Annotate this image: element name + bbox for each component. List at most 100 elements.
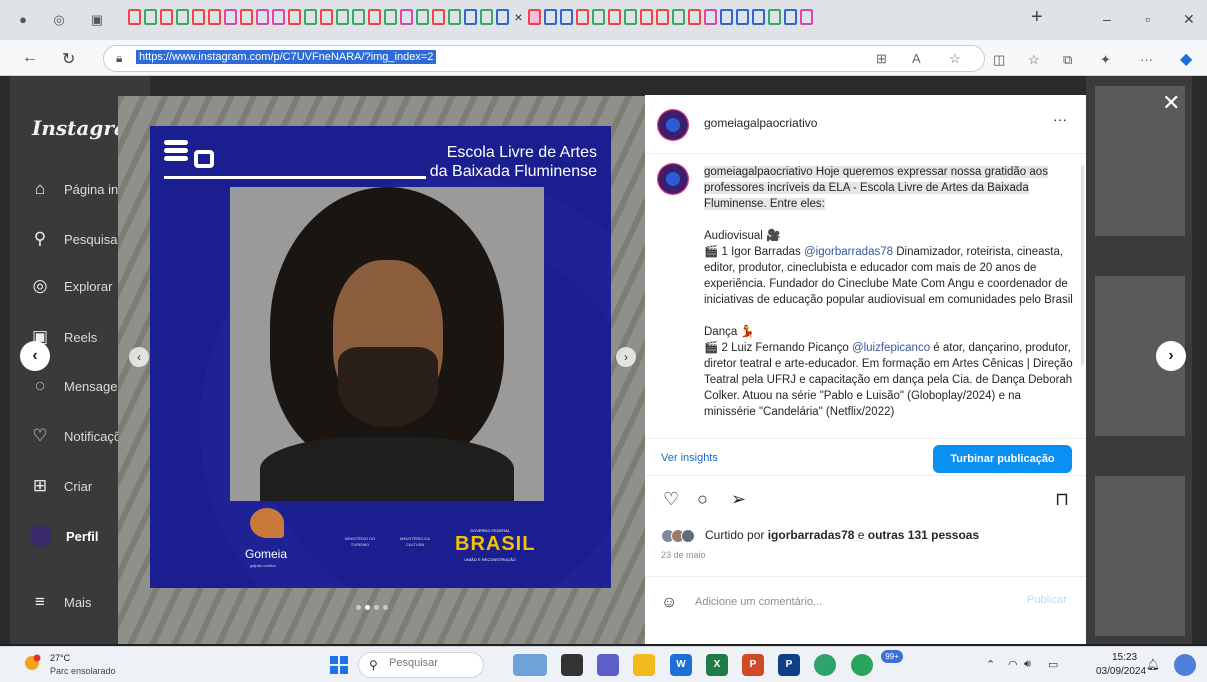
split-screen-icon[interactable]: ◫ <box>993 52 1005 68</box>
weather-sun-icon[interactable] <box>22 653 44 675</box>
comment-icon[interactable]: ○ <box>697 489 708 510</box>
favorite-star-icon[interactable]: ☆ <box>949 51 961 67</box>
boost-post-button[interactable]: Turbinar publicação <box>933 445 1072 473</box>
view-insights-link[interactable]: Ver insights <box>661 452 718 464</box>
tab-favicon[interactable] <box>800 9 813 25</box>
tab-favicon[interactable] <box>672 9 685 25</box>
publisher-app-icon[interactable]: P <box>778 654 800 676</box>
new-tab-button[interactable]: + <box>1031 6 1043 29</box>
emoji-icon[interactable]: ☺ <box>661 594 677 612</box>
tab-favicon[interactable] <box>288 9 301 25</box>
tray-overflow-icon[interactable]: ⌃ <box>986 658 995 671</box>
post-date[interactable]: 23 de maio <box>661 550 706 560</box>
tab-favicon[interactable] <box>752 9 765 25</box>
tab-favicon[interactable] <box>768 9 781 25</box>
clock-date[interactable]: 03/09/2024 <box>1096 666 1146 677</box>
more-options-icon[interactable]: ··· <box>1053 111 1067 127</box>
word-app-icon[interactable]: W <box>670 654 692 676</box>
like-icon[interactable]: ♡ <box>663 489 679 510</box>
notifications-bell-icon[interactable]: 🔔︎ <box>1146 658 1160 671</box>
post-image[interactable]: Escola Livre de Artes da Baixada Flumine… <box>150 126 611 588</box>
tab-favicon[interactable] <box>224 9 237 25</box>
tab-favicon[interactable] <box>624 9 637 25</box>
restore-button[interactable]: ▫ <box>1145 11 1150 27</box>
tab-favicon[interactable] <box>368 9 381 25</box>
url-text[interactable]: https://www.instagram.com/p/C7UVFneNARA/… <box>136 50 437 64</box>
minimize-button[interactable]: – <box>1103 11 1111 27</box>
tab-favicon[interactable] <box>784 9 797 25</box>
tab-favicon[interactable] <box>176 9 189 25</box>
carousel-prev-icon[interactable]: ‹ <box>129 347 149 367</box>
file-explorer-icon[interactable] <box>633 654 655 676</box>
previous-post-icon[interactable]: ‹ <box>20 341 50 371</box>
copilot-icon[interactable]: ◆ <box>1180 49 1192 69</box>
tab-favicon[interactable] <box>448 9 461 25</box>
widgets-app-icon[interactable] <box>513 654 547 676</box>
likes-user[interactable]: igorbarradas78 <box>768 528 855 542</box>
excel-app-icon[interactable]: X <box>706 654 728 676</box>
author-username[interactable]: gomeiagalpaocriativo <box>704 116 817 130</box>
tab-favicon[interactable] <box>416 9 429 25</box>
carousel-next-icon[interactable]: › <box>616 347 636 367</box>
tab-favicon[interactable] <box>736 9 749 25</box>
taskbar-search-box[interactable]: ⚲ <box>358 652 484 678</box>
tab-favicon[interactable] <box>208 9 221 25</box>
comment-input[interactable] <box>695 592 995 612</box>
tab-favicon[interactable] <box>688 9 701 25</box>
likers-avatars[interactable] <box>661 529 703 543</box>
tab-favicon[interactable] <box>592 9 605 25</box>
teacher1-mention[interactable]: @igorbarradas78 <box>804 246 893 258</box>
tab-favicon[interactable] <box>336 9 349 25</box>
close-tab-icon[interactable]: × <box>512 9 525 25</box>
tab-favicon[interactable] <box>400 9 413 25</box>
edge-browser-icon[interactable] <box>814 654 836 676</box>
workspaces-icon[interactable]: ◎ <box>50 11 68 29</box>
start-menu-icon[interactable] <box>330 656 348 674</box>
read-aloud-icon[interactable]: A <box>912 51 921 66</box>
close-modal-icon[interactable]: ✕ <box>1162 90 1180 116</box>
volume-icon[interactable]: 🔊︎ <box>1024 658 1031 671</box>
tab-actions-icon[interactable]: ▣ <box>88 11 106 29</box>
weather-description[interactable]: Parc ensolarado <box>50 666 116 676</box>
app-available-icon[interactable]: ⊞ <box>876 51 887 67</box>
extensions-icon[interactable]: ✦ <box>1100 52 1111 68</box>
back-icon[interactable]: ← <box>22 49 38 67</box>
tab-favicon[interactable] <box>144 9 157 25</box>
profile-icon[interactable]: ● <box>14 11 32 29</box>
tab-favicon[interactable] <box>656 9 669 25</box>
tab-favicon[interactable] <box>160 9 173 25</box>
tab-favicon[interactable] <box>256 9 269 25</box>
author-avatar[interactable] <box>657 109 689 141</box>
caption-scrollbar[interactable] <box>1081 165 1084 365</box>
save-bookmark-icon[interactable]: ⊓ <box>1055 489 1069 510</box>
task-view-icon[interactable] <box>561 654 583 676</box>
whatsapp-app-icon[interactable] <box>851 654 873 676</box>
tab-favicon[interactable] <box>608 9 621 25</box>
tab-favicon[interactable] <box>544 9 557 25</box>
weather-temperature[interactable]: 27°C <box>50 653 70 663</box>
clock-time[interactable]: 15:23 <box>1112 652 1137 663</box>
tab-favicon[interactable] <box>128 9 141 25</box>
tab-favicon[interactable] <box>304 9 317 25</box>
tab-favicon[interactable] <box>192 9 205 25</box>
caption-author-avatar[interactable] <box>657 163 689 195</box>
tab-favicon[interactable] <box>496 9 509 25</box>
next-post-icon[interactable]: › <box>1156 341 1186 371</box>
share-icon[interactable]: ➢ <box>731 489 746 510</box>
taskbar-search-input[interactable] <box>389 657 477 669</box>
url-field[interactable]: 🔒︎ https://www.instagram.com/p/C7UVFneNA… <box>103 45 985 72</box>
tab-favicon[interactable] <box>352 9 365 25</box>
powerpoint-app-icon[interactable]: P <box>742 654 764 676</box>
more-options-icon[interactable]: ··· <box>1140 52 1153 67</box>
tab-favicon-active[interactable] <box>528 9 541 25</box>
tab-favicon[interactable] <box>464 9 477 25</box>
tab-favicon[interactable] <box>432 9 445 25</box>
collections-icon[interactable]: ⧉ <box>1063 52 1072 68</box>
tab-favicon[interactable] <box>320 9 333 25</box>
lock-icon[interactable]: 🔒︎ <box>116 51 122 66</box>
tab-favicon[interactable] <box>576 9 589 25</box>
copilot-taskbar-icon[interactable] <box>1174 654 1196 676</box>
tab-favicon[interactable] <box>640 9 653 25</box>
battery-icon[interactable]: ▭ <box>1048 658 1058 671</box>
tab-favicon[interactable] <box>384 9 397 25</box>
